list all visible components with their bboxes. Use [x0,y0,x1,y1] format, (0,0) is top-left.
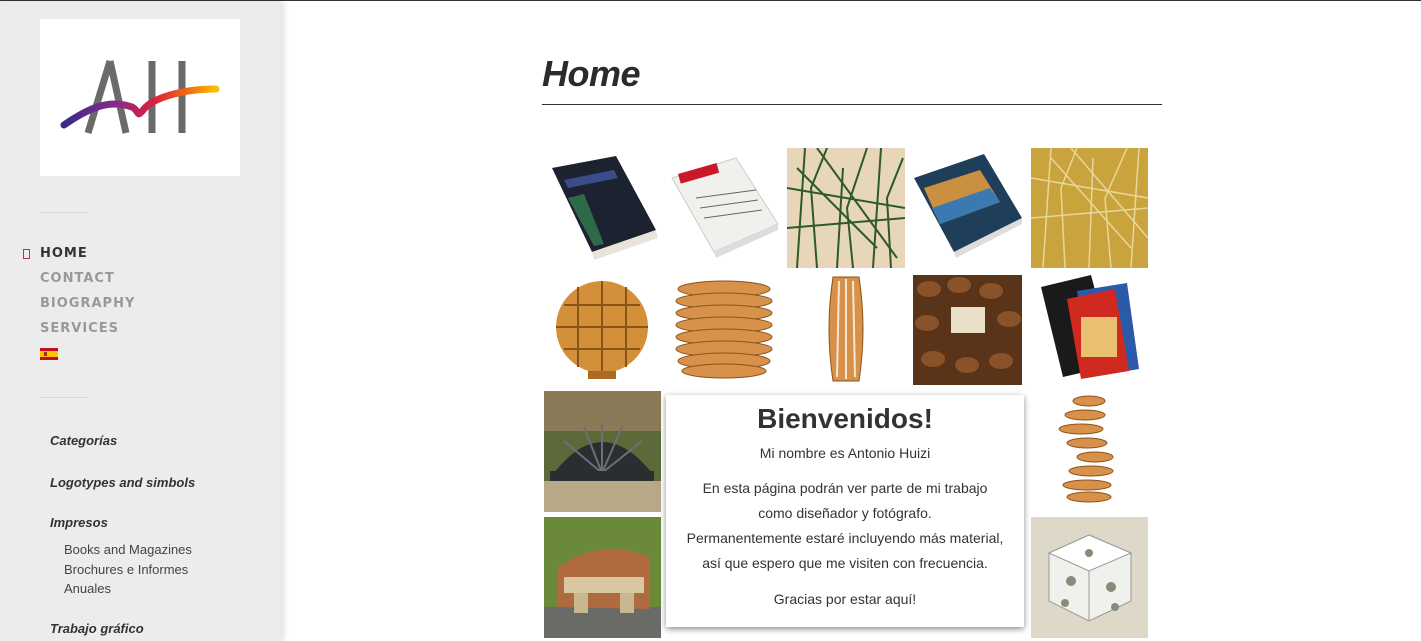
gallery-item-bench-stone[interactable] [544,517,661,638]
active-marker-icon [23,249,30,259]
title-divider [542,104,1162,105]
nav-item-biography[interactable]: BIOGRAPHY [40,296,135,321]
welcome-heading: Bienvenidos! [757,403,933,434]
welcome-line: En esta página podrán ver parte de mi tr… [702,480,988,496]
spain-flag-icon[interactable] [40,348,58,360]
gallery-item-cacao[interactable] [913,275,1022,385]
nav-item-services[interactable]: SERVICES [40,321,135,346]
nav-label: BIOGRAPHY [40,296,136,311]
gallery-item-lamp-sphere[interactable] [544,273,660,385]
nav-item-language[interactable] [40,348,135,373]
main-nav: HOME CONTACT BIOGRAPHY SERVICES [23,246,135,373]
nav-item-contact[interactable]: CONTACT [40,271,135,296]
gallery-item-lamp-twist[interactable] [1031,391,1148,512]
sidebar: HOME CONTACT BIOGRAPHY SERVICES Categorí… [0,1,281,641]
welcome-line: Permanentemente estaré incluyendo más ma… [686,530,1004,546]
nav-item-home[interactable]: HOME [23,246,135,271]
site-logo[interactable] [40,19,240,176]
gallery-item-trees-green[interactable] [787,148,905,268]
gallery-item-lamp-drum[interactable] [666,273,782,385]
nav-label: CONTACT [40,271,115,286]
gallery-item-trees-gold[interactable] [1031,148,1148,268]
nav-label: HOME [40,246,88,261]
gallery-item-box[interactable] [1031,517,1148,638]
gallery-item-magazines[interactable] [1031,273,1148,385]
subcategory-books[interactable]: Books and Magazines [64,540,192,560]
gallery-item-book-pietri[interactable] [544,148,660,268]
category-logotypes[interactable]: Logotypes and simbols [50,475,195,490]
subcategory-brochures-cont[interactable]: Anuales [64,579,111,599]
gallery-item-book-pioneros[interactable] [666,148,782,268]
nav-label: SERVICES [40,321,119,336]
gallery-item-bench-metal[interactable] [544,391,661,512]
subcategory-brochures[interactable]: Brochures e Informes [64,560,188,580]
category-trabajo-grafico[interactable]: Trabajo gráfico [50,621,144,636]
divider [40,212,88,213]
welcome-name: Mi nombre es Antonio Huizi [759,445,931,461]
category-impresos[interactable]: Impresos [50,515,108,530]
welcome-line: como diseñador y fotógrafo. [758,505,932,521]
logo-icon [60,59,220,135]
gallery-item-book-photography[interactable] [910,148,1026,268]
welcome-description: En esta página podrán ver parte de mi tr… [666,476,1024,576]
welcome-thanks: Gracias por estar aquí! [773,591,917,607]
welcome-line: así que espero que me visiten con frecue… [702,555,988,571]
page-title: Home [542,53,641,94]
divider [40,397,88,398]
welcome-card: Bienvenidos! Mi nombre es Antonio Huizi … [666,395,1024,627]
gallery-item-lamp-column[interactable] [787,273,905,385]
categories-heading: Categorías [50,433,118,448]
